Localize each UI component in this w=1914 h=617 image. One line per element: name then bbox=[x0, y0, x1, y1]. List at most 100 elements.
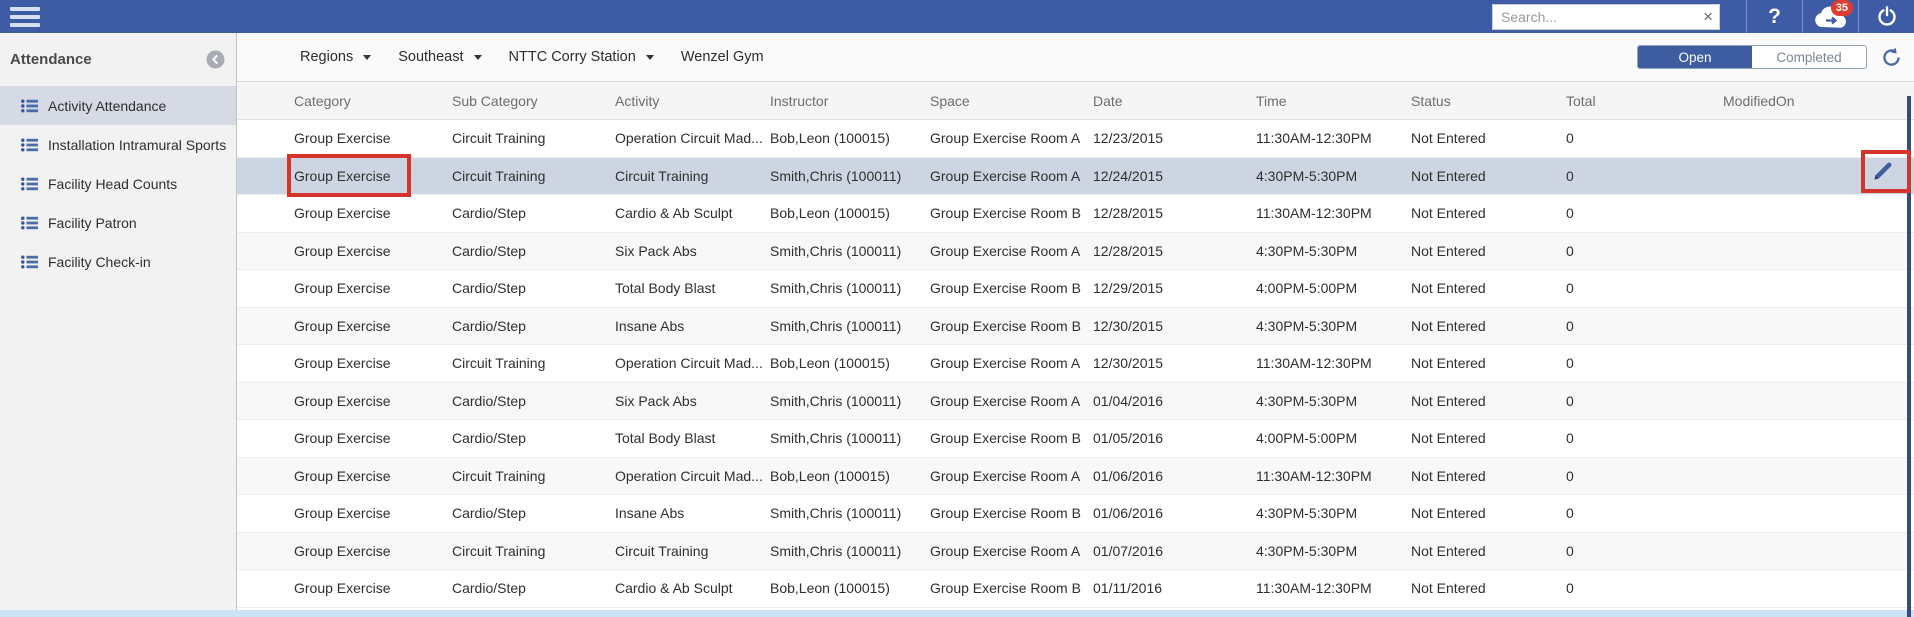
table-cell: Smith,Chris (100011) bbox=[770, 505, 902, 522]
table-header: Category Sub Category Activity Instructor Sp… bbox=[237, 82, 1914, 120]
table-cell: Not Entered bbox=[1411, 542, 1486, 559]
column-header[interactable]: Activity bbox=[615, 93, 770, 109]
table-cell: Total Body Blast bbox=[615, 430, 716, 447]
table-row[interactable]: Group Exercise Cardio/Step Six Pack Abs Smi… bbox=[237, 382, 1914, 420]
table-cell: Operation Circuit Mad... bbox=[615, 355, 763, 372]
table-cell: Cardio/Step bbox=[452, 280, 526, 297]
edit-row-button[interactable] bbox=[1870, 158, 1896, 189]
refresh-icon bbox=[1883, 47, 1900, 66]
table-row[interactable]: Group Exercise Circuit Training Operation … bbox=[237, 457, 1914, 495]
table-cell: Cardio & Ab Sculpt bbox=[615, 205, 733, 222]
breadcrumb-item[interactable]: Southeast bbox=[398, 49, 482, 65]
help-button[interactable]: ? bbox=[1746, 0, 1802, 33]
table-cell: Not Entered bbox=[1411, 167, 1486, 184]
table-cell: Not Entered bbox=[1411, 280, 1486, 297]
breadcrumb-item[interactable]: NTTC Corry Station bbox=[509, 49, 654, 65]
chevron-down-icon bbox=[473, 54, 482, 60]
table-cell: Group Exercise Room B bbox=[930, 205, 1081, 222]
help-icon: ? bbox=[1768, 4, 1781, 28]
table-cell: 0 bbox=[1566, 280, 1574, 297]
column-header[interactable]: Date bbox=[1093, 93, 1256, 109]
sidebar-item[interactable]: Facility Head Counts bbox=[0, 164, 236, 203]
attendance-table: Category Sub Category Activity Instructor Sp… bbox=[237, 82, 1914, 608]
app-window: × ? 35 Attendance bbox=[0, 0, 1914, 617]
sidebar-title: Attendance bbox=[10, 51, 92, 68]
hamburger-menu-icon[interactable] bbox=[10, 6, 40, 27]
table-cell: Operation Circuit Mad... bbox=[615, 130, 763, 147]
sidebar-header: Attendance bbox=[0, 33, 236, 86]
table-cell: Circuit Training bbox=[615, 167, 709, 184]
column-header[interactable]: ModifiedOn bbox=[1723, 93, 1914, 109]
table-cell: 0 bbox=[1566, 392, 1574, 409]
column-header[interactable]: Space bbox=[930, 93, 1093, 109]
clear-search-icon[interactable]: × bbox=[1703, 7, 1713, 26]
table-cell: 0 bbox=[1566, 317, 1574, 334]
table-cell: 11:30AM-12:30PM bbox=[1256, 130, 1372, 147]
column-header[interactable]: Total bbox=[1566, 93, 1723, 109]
column-header[interactable]: Category bbox=[237, 93, 452, 109]
sidebar-item[interactable]: Facility Check-in bbox=[0, 242, 236, 281]
table-row[interactable]: Group Exercise Circuit Training Circuit Tr… bbox=[237, 532, 1914, 570]
breadcrumb-item[interactable]: Regions bbox=[300, 49, 372, 65]
table-cell: 01/04/2016 bbox=[1093, 392, 1164, 409]
table-cell: Not Entered bbox=[1411, 317, 1486, 334]
column-header[interactable]: Sub Category bbox=[452, 93, 615, 109]
completed-tab[interactable]: Completed bbox=[1752, 46, 1866, 68]
sidebar-item-label: Installation Intramural Sports bbox=[48, 136, 227, 153]
column-header[interactable]: Time bbox=[1256, 93, 1411, 109]
collapse-sidebar-button[interactable] bbox=[206, 50, 225, 69]
table-row[interactable]: Group Exercise Cardio/Step Total Body Blas… bbox=[237, 270, 1914, 308]
table-cell: Group Exercise bbox=[294, 430, 391, 447]
table-cell: Not Entered bbox=[1411, 430, 1486, 447]
table-cell: 0 bbox=[1566, 542, 1574, 559]
table-row[interactable]: Group Exercise Cardio/Step Total Body Blas… bbox=[237, 420, 1914, 458]
table-cell: Not Entered bbox=[1411, 467, 1486, 484]
table-row[interactable]: Group Exercise Circuit Training Operation … bbox=[237, 120, 1914, 158]
power-button[interactable] bbox=[1858, 0, 1914, 33]
sidebar-item-label: Facility Patron bbox=[48, 214, 137, 231]
table-cell: Group Exercise Room A bbox=[930, 542, 1081, 559]
table-cell: Group Exercise Room B bbox=[930, 280, 1081, 297]
table-row[interactable]: Group Exercise Cardio/Step Cardio & Ab Scu… bbox=[237, 570, 1914, 608]
table-row[interactable]: Group Exercise Cardio/Step Cardio & Ab Scu… bbox=[237, 195, 1914, 233]
breadcrumb-item[interactable]: Wenzel Gym bbox=[681, 49, 764, 65]
table-cell: Six Pack Abs bbox=[615, 392, 697, 409]
table-row[interactable]: Group Exercise Cardio/Step Six Pack Abs Smi… bbox=[237, 232, 1914, 270]
column-header[interactable]: Status bbox=[1411, 93, 1566, 109]
table-cell: Bob,Leon (100015) bbox=[770, 205, 890, 222]
table-cell: Smith,Chris (100011) bbox=[770, 317, 902, 334]
column-header[interactable]: Instructor bbox=[770, 93, 930, 109]
sidebar-item[interactable]: Activity Attendance bbox=[0, 86, 236, 125]
refresh-button[interactable] bbox=[1881, 47, 1902, 68]
sidebar-nav: Activity Attendance Installation Intramu… bbox=[0, 86, 236, 281]
table-cell: 0 bbox=[1566, 167, 1574, 184]
search-box: × bbox=[1492, 3, 1720, 30]
table-cell: 4:30PM-5:30PM bbox=[1256, 542, 1358, 559]
open-tab[interactable]: Open bbox=[1638, 46, 1752, 68]
sync-button[interactable]: 35 bbox=[1802, 0, 1858, 33]
search-input[interactable] bbox=[1492, 3, 1720, 30]
table-row[interactable]: Group Exercise Circuit Training Circuit Tr… bbox=[237, 157, 1914, 195]
table-row[interactable]: Group Exercise Cardio/Step Insane Abs Smith… bbox=[237, 495, 1914, 533]
filter-toolbar: Regions Southeast NTTC Corry Station Wen… bbox=[237, 33, 1914, 82]
table-cell: Operation Circuit Mad... bbox=[615, 467, 763, 484]
table-cell: Group Exercise bbox=[294, 317, 391, 334]
table-cell: Cardio/Step bbox=[452, 392, 526, 409]
table-row[interactable]: Group Exercise Cardio/Step Insane Abs Smith… bbox=[237, 307, 1914, 345]
horizontal-scrollbar[interactable] bbox=[0, 610, 1914, 617]
table-row[interactable]: Group Exercise Circuit Training Operation … bbox=[237, 345, 1914, 383]
table-cell: 12/28/2015 bbox=[1093, 205, 1164, 222]
table-cell: Cardio/Step bbox=[452, 242, 526, 259]
table-cell: 0 bbox=[1566, 580, 1574, 597]
table-cell: Not Entered bbox=[1411, 505, 1486, 522]
chevron-down-icon bbox=[363, 54, 372, 60]
sidebar: Attendance Activity Attendance Installat… bbox=[0, 33, 236, 617]
table-cell: 4:30PM-5:30PM bbox=[1256, 242, 1358, 259]
toolbar-controls: Open Completed bbox=[1637, 45, 1914, 69]
list-icon bbox=[21, 255, 38, 268]
sidebar-item[interactable]: Facility Patron bbox=[0, 203, 236, 242]
sidebar-item[interactable]: Installation Intramural Sports bbox=[0, 125, 236, 164]
table-cell: 4:30PM-5:30PM bbox=[1256, 317, 1358, 334]
table-cell: Bob,Leon (100015) bbox=[770, 355, 890, 372]
table-cell: 4:00PM-5:00PM bbox=[1256, 430, 1358, 447]
